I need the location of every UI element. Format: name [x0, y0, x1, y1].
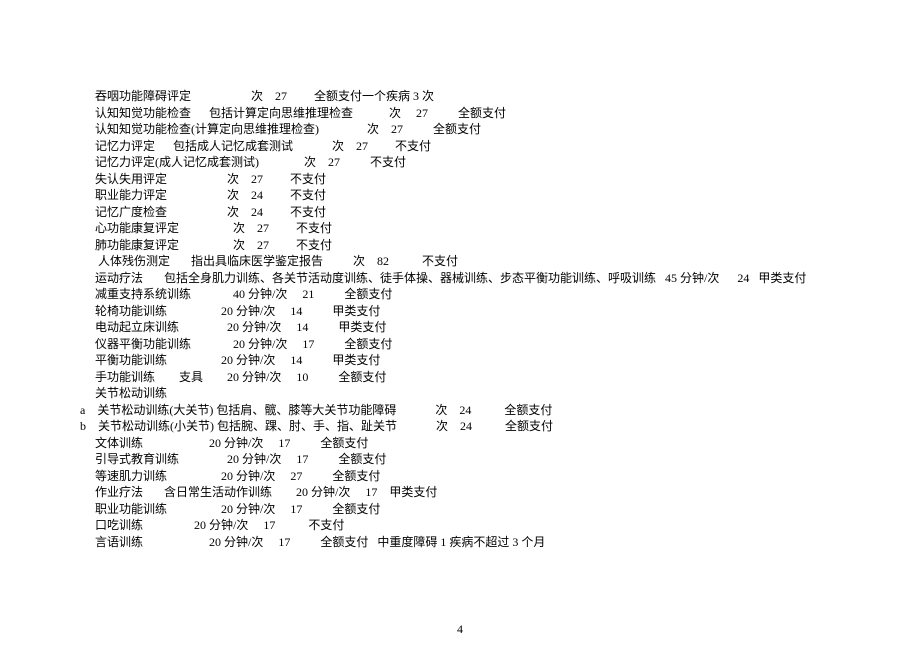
text-line: 失认失用评定 次 27 不支付 — [80, 171, 884, 188]
text-line: 文体训练 20 分钟/次 17 全额支付 — [80, 435, 884, 452]
text-line: 运动疗法 包括全身肌力训练、各关节活动度训练、徒手体操、器械训练、步态平衡功能训… — [80, 270, 884, 287]
text-line: 引导式教育训练 20 分钟/次 17 全额支付 — [80, 451, 884, 468]
text-line: b 关节松动训练(小关节) 包括腕、踝、肘、手、指、趾关节 次 24 全额支付 — [80, 418, 884, 435]
text-line: a 关节松动训练(大关节) 包括肩、髋、膝等大关节功能障碍 次 24 全额支付 — [80, 402, 884, 419]
text-line: 肺功能康复评定 次 27 不支付 — [80, 237, 884, 254]
text-line: 减重支持系统训练 40 分钟/次 21 全额支付 — [80, 286, 884, 303]
text-line: 言语训练 20 分钟/次 17 全额支付 中重度障碍 1 疾病不超过 3 个月 — [80, 534, 884, 551]
text-line: 人体残伤测定 指出具临床医学鉴定报告 次 82 不支付 — [80, 253, 884, 270]
text-line: 心功能康复评定 次 27 不支付 — [80, 220, 884, 237]
document-page: 吞咽功能障碍评定 次 27 全额支付一个疾病 3 次 认知知觉功能检查 包括计算… — [0, 0, 920, 651]
text-line: 记忆广度检查 次 24 不支付 — [80, 204, 884, 221]
text-line: 作业疗法 含日常生活动作训练 20 分钟/次 17 甲类支付 — [80, 484, 884, 501]
text-body: 吞咽功能障碍评定 次 27 全额支付一个疾病 3 次 认知知觉功能检查 包括计算… — [80, 88, 884, 550]
text-line: 吞咽功能障碍评定 次 27 全额支付一个疾病 3 次 — [80, 88, 884, 105]
text-line: 口吃训练 20 分钟/次 17 不支付 — [80, 517, 884, 534]
text-line: 轮椅功能训练 20 分钟/次 14 甲类支付 — [80, 303, 884, 320]
text-line: 手功能训练 支具 20 分钟/次 10 全额支付 — [80, 369, 884, 386]
text-line: 职业能力评定 次 24 不支付 — [80, 187, 884, 204]
text-line: 关节松动训练 — [80, 385, 884, 402]
text-line: 平衡功能训练 20 分钟/次 14 甲类支付 — [80, 352, 884, 369]
text-line: 认知知觉功能检查 包括计算定向思维推理检查 次 27 全额支付 — [80, 105, 884, 122]
page-number: 4 — [0, 621, 920, 638]
text-line: 记忆力评定 包括成人记忆成套测试 次 27 不支付 — [80, 138, 884, 155]
text-line: 职业功能训练 20 分钟/次 17 全额支付 — [80, 501, 884, 518]
text-line: 电动起立床训练 20 分钟/次 14 甲类支付 — [80, 319, 884, 336]
text-line: 认知知觉功能检查(计算定向思维推理检查) 次 27 全额支付 — [80, 121, 884, 138]
text-line: 等速肌力训练 20 分钟/次 27 全额支付 — [80, 468, 884, 485]
text-line: 记忆力评定(成人记忆成套测试) 次 27 不支付 — [80, 154, 884, 171]
text-line: 仪器平衡功能训练 20 分钟/次 17 全额支付 — [80, 336, 884, 353]
